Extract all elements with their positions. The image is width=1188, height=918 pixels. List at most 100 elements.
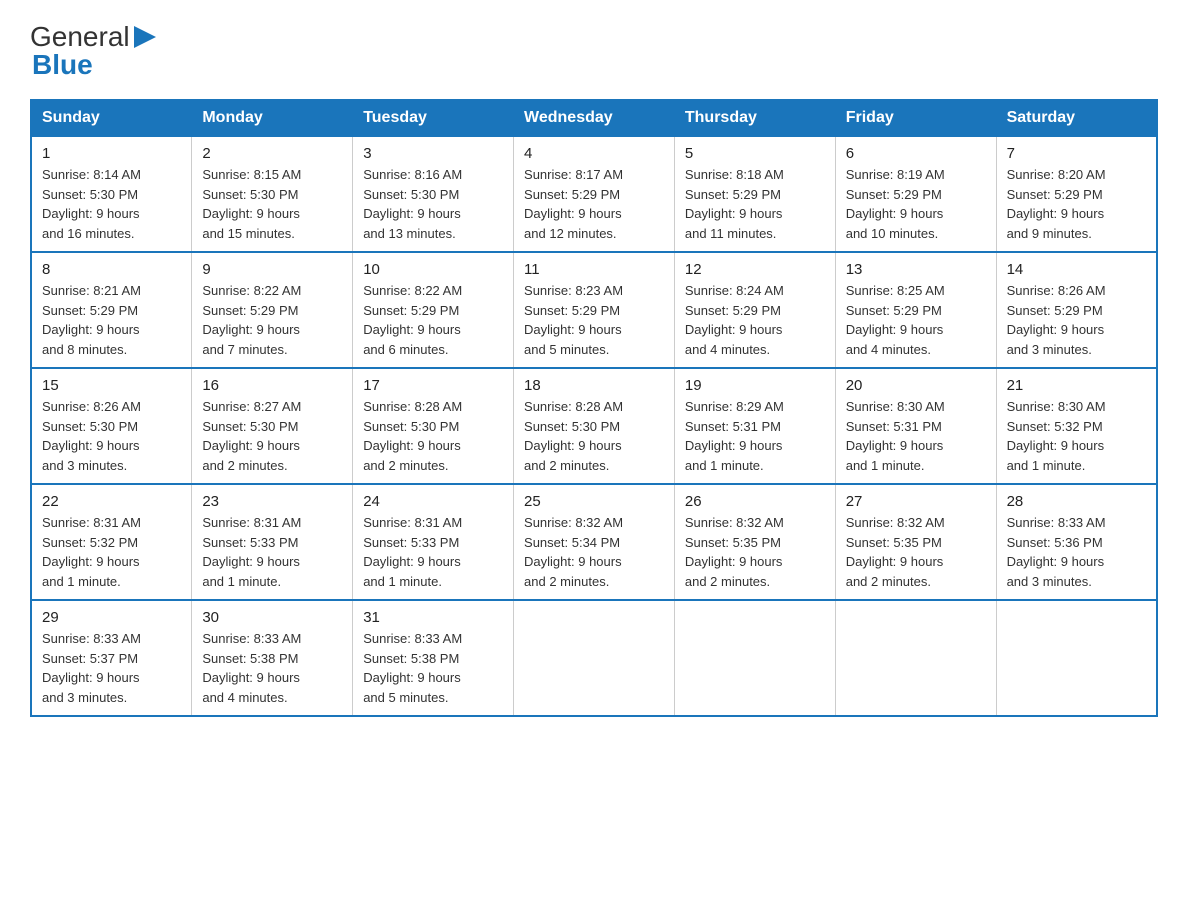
- day-number: 17: [363, 377, 503, 394]
- day-info: Sunrise: 8:31 AMSunset: 5:32 PMDaylight:…: [42, 513, 181, 591]
- day-number: 1: [42, 145, 181, 162]
- col-saturday: Saturday: [996, 100, 1157, 136]
- calendar-cell: [514, 600, 675, 716]
- day-info: Sunrise: 8:14 AMSunset: 5:30 PMDaylight:…: [42, 165, 181, 243]
- day-number: 8: [42, 261, 181, 278]
- calendar-cell: [996, 600, 1157, 716]
- calendar-cell: 14 Sunrise: 8:26 AMSunset: 5:29 PMDayligh…: [996, 252, 1157, 368]
- col-monday: Monday: [192, 100, 353, 136]
- day-number: 10: [363, 261, 503, 278]
- calendar-cell: 2 Sunrise: 8:15 AMSunset: 5:30 PMDaylight…: [192, 136, 353, 252]
- day-info: Sunrise: 8:25 AMSunset: 5:29 PMDaylight:…: [846, 281, 986, 359]
- day-number: 3: [363, 145, 503, 162]
- day-info: Sunrise: 8:22 AMSunset: 5:29 PMDaylight:…: [202, 281, 342, 359]
- day-info: Sunrise: 8:28 AMSunset: 5:30 PMDaylight:…: [363, 397, 503, 475]
- day-info: Sunrise: 8:30 AMSunset: 5:31 PMDaylight:…: [846, 397, 986, 475]
- calendar-cell: 20 Sunrise: 8:30 AMSunset: 5:31 PMDayligh…: [835, 368, 996, 484]
- day-info: Sunrise: 8:27 AMSunset: 5:30 PMDaylight:…: [202, 397, 342, 475]
- day-number: 13: [846, 261, 986, 278]
- calendar-cell: 29 Sunrise: 8:33 AMSunset: 5:37 PMDayligh…: [31, 600, 192, 716]
- calendar-cell: 1 Sunrise: 8:14 AMSunset: 5:30 PMDaylight…: [31, 136, 192, 252]
- day-number: 20: [846, 377, 986, 394]
- calendar-cell: 16 Sunrise: 8:27 AMSunset: 5:30 PMDayligh…: [192, 368, 353, 484]
- day-number: 14: [1007, 261, 1146, 278]
- day-info: Sunrise: 8:17 AMSunset: 5:29 PMDaylight:…: [524, 165, 664, 243]
- day-number: 5: [685, 145, 825, 162]
- day-number: 24: [363, 493, 503, 510]
- header-row: Sunday Monday Tuesday Wednesday Thursday…: [31, 100, 1157, 136]
- day-number: 4: [524, 145, 664, 162]
- logo: General Blue: [30, 20, 156, 81]
- day-number: 31: [363, 609, 503, 626]
- calendar-cell: 4 Sunrise: 8:17 AMSunset: 5:29 PMDaylight…: [514, 136, 675, 252]
- day-number: 23: [202, 493, 342, 510]
- week-row-1: 1 Sunrise: 8:14 AMSunset: 5:30 PMDaylight…: [31, 136, 1157, 252]
- day-number: 26: [685, 493, 825, 510]
- calendar-cell: 25 Sunrise: 8:32 AMSunset: 5:34 PMDayligh…: [514, 484, 675, 600]
- day-info: Sunrise: 8:33 AMSunset: 5:38 PMDaylight:…: [363, 629, 503, 707]
- day-info: Sunrise: 8:30 AMSunset: 5:32 PMDaylight:…: [1007, 397, 1146, 475]
- week-row-4: 22 Sunrise: 8:31 AMSunset: 5:32 PMDayligh…: [31, 484, 1157, 600]
- calendar-cell: 13 Sunrise: 8:25 AMSunset: 5:29 PMDayligh…: [835, 252, 996, 368]
- day-number: 18: [524, 377, 664, 394]
- calendar-cell: 6Sunrise: 8:19 AMSunset: 5:29 PMDaylight…: [835, 136, 996, 252]
- day-info: Sunrise: 8:32 AMSunset: 5:35 PMDaylight:…: [685, 513, 825, 591]
- week-row-5: 29 Sunrise: 8:33 AMSunset: 5:37 PMDayligh…: [31, 600, 1157, 716]
- day-info: Sunrise: 8:33 AMSunset: 5:38 PMDaylight:…: [202, 629, 342, 707]
- col-thursday: Thursday: [674, 100, 835, 136]
- col-wednesday: Wednesday: [514, 100, 675, 136]
- day-info: Sunrise: 8:18 AMSunset: 5:29 PMDaylight:…: [685, 165, 825, 243]
- day-number: 27: [846, 493, 986, 510]
- day-info: Sunrise: 8:22 AMSunset: 5:29 PMDaylight:…: [363, 281, 503, 359]
- day-number: 2: [202, 145, 342, 162]
- calendar-table: Sunday Monday Tuesday Wednesday Thursday…: [30, 99, 1158, 717]
- day-number: 12: [685, 261, 825, 278]
- page-header: General Blue: [30, 20, 1158, 81]
- calendar-cell: 15Sunrise: 8:26 AMSunset: 5:30 PMDayligh…: [31, 368, 192, 484]
- day-info: Sunrise: 8:26 AMSunset: 5:30 PMDaylight:…: [42, 397, 181, 475]
- day-info: Sunrise: 8:24 AMSunset: 5:29 PMDaylight:…: [685, 281, 825, 359]
- day-number: 6: [846, 145, 986, 162]
- day-number: 9: [202, 261, 342, 278]
- calendar-cell: 27 Sunrise: 8:32 AMSunset: 5:35 PMDayligh…: [835, 484, 996, 600]
- day-number: 29: [42, 609, 181, 626]
- day-number: 21: [1007, 377, 1146, 394]
- logo-blue-text: Blue: [32, 49, 93, 81]
- calendar-cell: 30 Sunrise: 8:33 AMSunset: 5:38 PMDayligh…: [192, 600, 353, 716]
- calendar-cell: 23 Sunrise: 8:31 AMSunset: 5:33 PMDayligh…: [192, 484, 353, 600]
- day-info: Sunrise: 8:26 AMSunset: 5:29 PMDaylight:…: [1007, 281, 1146, 359]
- calendar-cell: 3Sunrise: 8:16 AMSunset: 5:30 PMDaylight…: [353, 136, 514, 252]
- day-number: 11: [524, 261, 664, 278]
- day-info: Sunrise: 8:15 AMSunset: 5:30 PMDaylight:…: [202, 165, 342, 243]
- day-info: Sunrise: 8:31 AMSunset: 5:33 PMDaylight:…: [202, 513, 342, 591]
- day-info: Sunrise: 8:23 AMSunset: 5:29 PMDaylight:…: [524, 281, 664, 359]
- calendar-cell: 11 Sunrise: 8:23 AMSunset: 5:29 PMDayligh…: [514, 252, 675, 368]
- calendar-cell: 10 Sunrise: 8:22 AMSunset: 5:29 PMDayligh…: [353, 252, 514, 368]
- calendar-cell: 8 Sunrise: 8:21 AMSunset: 5:29 PMDaylight…: [31, 252, 192, 368]
- day-info: Sunrise: 8:33 AMSunset: 5:37 PMDaylight:…: [42, 629, 181, 707]
- calendar-cell: [835, 600, 996, 716]
- day-number: 22: [42, 493, 181, 510]
- day-info: Sunrise: 8:32 AMSunset: 5:34 PMDaylight:…: [524, 513, 664, 591]
- col-friday: Friday: [835, 100, 996, 136]
- logo-triangle-icon: [134, 26, 156, 48]
- day-number: 19: [685, 377, 825, 394]
- day-info: Sunrise: 8:32 AMSunset: 5:35 PMDaylight:…: [846, 513, 986, 591]
- day-number: 25: [524, 493, 664, 510]
- col-sunday: Sunday: [31, 100, 192, 136]
- day-info: Sunrise: 8:33 AMSunset: 5:36 PMDaylight:…: [1007, 513, 1146, 591]
- day-number: 30: [202, 609, 342, 626]
- day-info: Sunrise: 8:29 AMSunset: 5:31 PMDaylight:…: [685, 397, 825, 475]
- week-row-3: 15Sunrise: 8:26 AMSunset: 5:30 PMDayligh…: [31, 368, 1157, 484]
- week-row-2: 8 Sunrise: 8:21 AMSunset: 5:29 PMDaylight…: [31, 252, 1157, 368]
- calendar-cell: 7Sunrise: 8:20 AMSunset: 5:29 PMDaylight…: [996, 136, 1157, 252]
- day-info: Sunrise: 8:21 AMSunset: 5:29 PMDaylight:…: [42, 281, 181, 359]
- calendar-cell: 31 Sunrise: 8:33 AMSunset: 5:38 PMDayligh…: [353, 600, 514, 716]
- day-number: 16: [202, 377, 342, 394]
- day-number: 7: [1007, 145, 1146, 162]
- calendar-cell: 18Sunrise: 8:28 AMSunset: 5:30 PMDayligh…: [514, 368, 675, 484]
- calendar-cell: [674, 600, 835, 716]
- calendar-cell: 28Sunrise: 8:33 AMSunset: 5:36 PMDayligh…: [996, 484, 1157, 600]
- calendar-cell: 24Sunrise: 8:31 AMSunset: 5:33 PMDayligh…: [353, 484, 514, 600]
- calendar-cell: 9 Sunrise: 8:22 AMSunset: 5:29 PMDaylight…: [192, 252, 353, 368]
